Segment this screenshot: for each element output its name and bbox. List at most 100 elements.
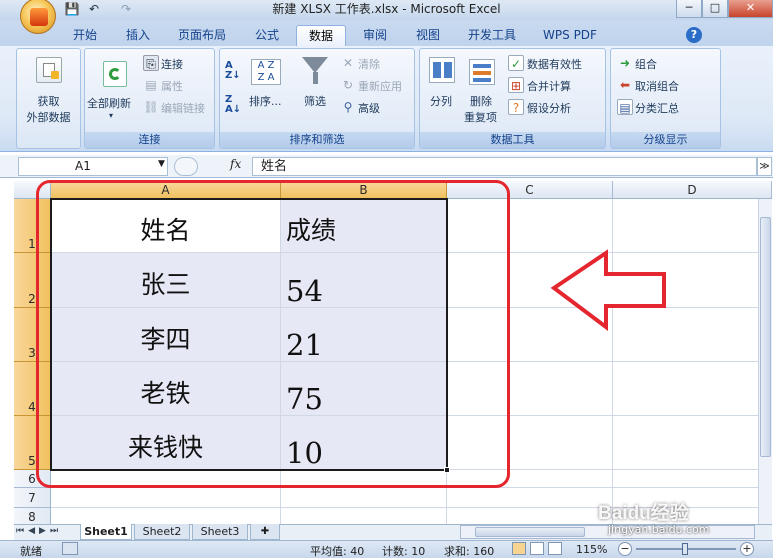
zoom-out-icon[interactable]: − — [618, 542, 632, 556]
group-icon: ➜ — [619, 56, 631, 70]
sort-za-icon[interactable]: Z A↓ — [225, 95, 241, 115]
cell-d5[interactable] — [613, 416, 772, 470]
subtotal-button[interactable]: 分类汇总 — [635, 100, 679, 116]
remove-duplicates-label-2[interactable]: 重复项 — [464, 109, 497, 125]
highlight-box — [36, 180, 510, 488]
cell-d1[interactable] — [613, 199, 772, 253]
horizontal-scroll-thumb[interactable] — [475, 527, 585, 537]
cell-a8[interactable] — [51, 508, 281, 524]
edit-links-button[interactable]: 编辑链接 — [161, 100, 205, 116]
group-connections: 全部刷新 ▾ ⎘ 连接 ▤ 属性 ⛓ 编辑链接 连接 — [84, 48, 215, 149]
row-header-7[interactable]: 7 — [14, 488, 51, 508]
status-count: 计数: 10 — [382, 545, 426, 558]
remove-duplicates-label-1[interactable]: 删除 — [470, 93, 492, 109]
clear-button[interactable]: 清除 — [358, 56, 380, 72]
fx-icon[interactable]: fx — [230, 157, 241, 171]
cell-d6[interactable] — [613, 470, 772, 488]
maximize-button[interactable]: □ — [702, 0, 728, 18]
refresh-all-button[interactable]: 全部刷新 — [87, 95, 131, 111]
get-data-label-2[interactable]: 外部数据 — [17, 109, 80, 125]
window-title: 新建 XLSX 工作表.xlsx - Microsoft Excel — [272, 2, 501, 16]
cell-a7[interactable] — [51, 488, 281, 508]
name-box-dropdown-icon[interactable]: ▼ — [158, 159, 165, 169]
sort-dialog-icon: A ZZ A — [251, 59, 281, 85]
zoom-slider-thumb[interactable] — [682, 543, 688, 555]
tab-data[interactable]: 数据 — [296, 25, 346, 46]
zoom-in-icon[interactable]: + — [740, 542, 754, 556]
data-validation-icon: ✓ — [508, 55, 524, 71]
watermark-url: jingyan.baidu.com — [608, 523, 710, 536]
advanced-filter-icon: ⚲ — [343, 100, 353, 114]
minimize-button[interactable]: ─ — [676, 0, 702, 18]
tab-page-layout[interactable]: 页面布局 — [166, 25, 238, 46]
status-average: 平均值: 40 — [310, 545, 365, 558]
formula-bar-divider-handle[interactable] — [174, 157, 198, 176]
consolidate-button[interactable]: 合并计算 — [527, 78, 571, 94]
advanced-button[interactable]: 高级 — [358, 100, 380, 116]
vertical-scroll-thumb[interactable] — [760, 217, 771, 457]
formula-input[interactable]: 姓名 — [252, 157, 757, 176]
tab-insert[interactable]: 插入 — [114, 25, 162, 46]
outline-group-label: 分级显示 — [611, 132, 720, 148]
help-icon[interactable]: ? — [686, 27, 702, 43]
tab-formulas[interactable]: 公式 — [242, 25, 292, 46]
cell-c7[interactable] — [447, 488, 613, 508]
office-logo-icon — [30, 8, 48, 26]
ungroup-button[interactable]: 取消组合 — [635, 78, 679, 94]
name-box[interactable]: A1 — [18, 157, 168, 176]
cell-b8[interactable] — [281, 508, 447, 524]
sheet-tab-1[interactable]: Sheet1 — [80, 524, 132, 540]
sort-filter-group-label: 排序和筛选 — [220, 132, 414, 148]
consolidate-icon: ⊞ — [508, 77, 524, 93]
data-tools-group-label: 数据工具 — [420, 132, 605, 148]
connections-button[interactable]: 连接 — [161, 56, 183, 72]
tab-home[interactable]: 开始 — [60, 25, 110, 46]
group-data-tools: 分列 删除 重复项 ✓ 数据有效性 ⊞ 合并计算 ? 假设分析 数据工具 — [419, 48, 606, 149]
watermark-logo: Baidu经验 — [598, 503, 689, 524]
new-sheet-icon[interactable]: ✚ — [250, 524, 280, 540]
tab-review[interactable]: 审阅 — [350, 25, 400, 46]
reapply-button[interactable]: 重新应用 — [358, 78, 402, 94]
filter-button[interactable]: 筛选 — [304, 93, 326, 109]
reapply-icon: ↻ — [342, 78, 354, 92]
properties-button[interactable]: 属性 — [161, 78, 183, 94]
clear-filter-icon: ✕ — [342, 56, 354, 70]
sort-button[interactable]: 排序... — [249, 93, 282, 109]
zoom-level[interactable]: 115% — [576, 543, 607, 556]
tab-developer[interactable]: 开发工具 — [456, 25, 528, 46]
row-header-8[interactable]: 8 — [14, 508, 51, 524]
tab-wps-pdf[interactable]: WPS PDF — [532, 25, 608, 46]
sort-az-icon[interactable]: A Z↓ — [225, 61, 241, 81]
cell-c8[interactable] — [447, 508, 613, 524]
cell-b7[interactable] — [281, 488, 447, 508]
expand-formula-icon[interactable]: ≫ — [757, 157, 772, 176]
vertical-scrollbar[interactable] — [758, 199, 772, 524]
page-layout-view-icon[interactable] — [530, 542, 544, 555]
ungroup-icon: ⬅ — [619, 78, 631, 92]
close-button[interactable]: ✕ — [728, 0, 773, 18]
sheet-tab-2[interactable]: Sheet2 — [134, 524, 190, 540]
page-break-view-icon[interactable] — [548, 542, 562, 555]
edit-links-icon: ⛓ — [143, 100, 159, 114]
cell-d4[interactable] — [613, 362, 772, 416]
data-validation-button[interactable]: 数据有效性 — [527, 56, 582, 72]
pointing-arrow-icon — [550, 249, 666, 331]
filter-funnel-icon — [302, 57, 328, 73]
group-button[interactable]: 组合 — [635, 56, 657, 72]
normal-view-icon[interactable] — [512, 542, 526, 555]
status-ready: 就绪 — [20, 545, 42, 558]
sheet-nav-icons[interactable]: ⏮◀▶⏭ — [16, 526, 62, 536]
tab-view[interactable]: 视图 — [404, 25, 452, 46]
column-header-d[interactable]: D — [613, 181, 772, 199]
group-outline: ➜ 组合 ⬅ 取消组合 ▤ 分类汇总 分级显示 — [610, 48, 721, 149]
what-if-button[interactable]: 假设分析 — [527, 100, 571, 116]
refresh-all-icon — [103, 61, 127, 87]
sheet-tab-3[interactable]: Sheet3 — [192, 524, 248, 540]
text-to-columns-icon — [429, 57, 455, 83]
macro-record-icon[interactable] — [62, 542, 78, 555]
properties-icon: ▤ — [145, 78, 157, 92]
subtotal-icon: ▤ — [617, 99, 633, 115]
get-data-label-1[interactable]: 获取 — [17, 93, 80, 109]
connections-group-label: 连接 — [85, 132, 214, 148]
text-to-columns-button[interactable]: 分列 — [430, 93, 452, 109]
